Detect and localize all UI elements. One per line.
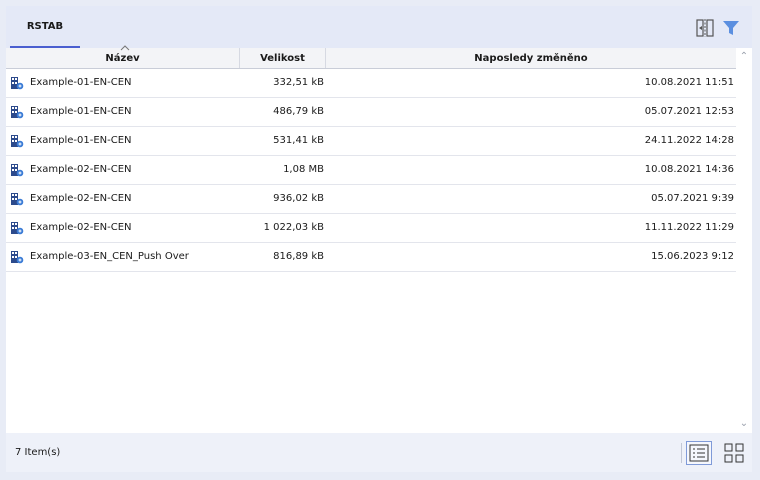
table-row[interactable]: Example-03-EN_CEN_Push Over 816,89 kB 15… (6, 243, 736, 272)
list-view-icon (689, 444, 709, 462)
table-row[interactable]: Example-01-EN-CEN 486,79 kB 05.07.2021 1… (6, 98, 736, 127)
grid-view-button[interactable] (722, 441, 748, 465)
file-size: 816,89 kB (273, 251, 324, 262)
grid-view-icon (724, 443, 744, 463)
rstab-file-icon (11, 193, 24, 206)
file-size: 936,02 kB (273, 193, 324, 204)
file-name: Example-01-EN-CEN (30, 135, 132, 146)
table-header: Název Velikost Naposledy změněno (6, 45, 736, 69)
list-view-button[interactable] (686, 441, 712, 465)
file-size: 332,51 kB (273, 77, 324, 88)
tab-rstab[interactable]: RSTAB (10, 6, 80, 48)
rstab-file-icon (11, 222, 24, 235)
rstab-file-icon (11, 106, 24, 119)
file-browser-panel: RSTAB Název Velikost Naposledy změněno E… (6, 6, 752, 472)
table-row[interactable]: Example-02-EN-CEN 1 022,03 kB 11.11.2022… (6, 214, 736, 243)
column-header-size[interactable]: Velikost (240, 48, 326, 68)
file-modified: 10.08.2021 11:51 (644, 77, 734, 88)
table-row[interactable]: Example-01-EN-CEN 531,41 kB 24.11.2022 1… (6, 127, 736, 156)
filter-icon[interactable] (720, 17, 742, 39)
vertical-scrollbar[interactable]: ⌃ ⌄ (736, 48, 752, 433)
file-name: Example-03-EN_CEN_Push Over (30, 251, 189, 262)
rstab-file-icon (11, 77, 24, 90)
file-name: Example-02-EN-CEN (30, 222, 132, 233)
table-body: Example-01-EN-CEN 332,51 kB 10.08.2021 1… (6, 69, 736, 272)
file-size: 1,08 MB (283, 164, 324, 175)
scroll-up-icon[interactable]: ⌃ (739, 52, 749, 62)
file-size: 486,79 kB (273, 106, 324, 117)
file-modified: 11.11.2022 11:29 (644, 222, 734, 233)
file-modified: 05.07.2021 12:53 (644, 106, 734, 117)
scroll-down-icon[interactable]: ⌄ (739, 419, 749, 429)
rstab-file-icon (11, 135, 24, 148)
view-divider (681, 443, 682, 463)
file-size: 531,41 kB (273, 135, 324, 146)
tab-label: RSTAB (26, 20, 64, 32)
status-bar: 7 Item(s) (6, 433, 752, 472)
rstab-file-icon (11, 164, 24, 177)
column-header-name[interactable]: Název (6, 45, 240, 68)
table-row[interactable]: Example-02-EN-CEN 1,08 MB 10.08.2021 14:… (6, 156, 736, 185)
rstab-file-icon (11, 251, 24, 264)
file-name: Example-02-EN-CEN (30, 164, 132, 175)
item-count: 7 Item(s) (15, 447, 61, 458)
table-row[interactable]: Example-02-EN-CEN 936,02 kB 05.07.2021 9… (6, 185, 736, 214)
column-header-modified[interactable]: Naposledy změněno (326, 48, 736, 68)
file-name: Example-01-EN-CEN (30, 106, 132, 117)
column-split-icon[interactable] (694, 17, 716, 39)
file-modified: 24.11.2022 14:28 (644, 135, 734, 146)
table-row[interactable]: Example-01-EN-CEN 332,51 kB 10.08.2021 1… (6, 69, 736, 98)
file-modified: 10.08.2021 14:36 (644, 164, 734, 175)
file-table: Název Velikost Naposledy změněno Example… (6, 45, 752, 433)
tab-bar: RSTAB (6, 6, 752, 48)
file-name: Example-02-EN-CEN (30, 193, 132, 204)
file-size: 1 022,03 kB (263, 222, 324, 233)
file-name: Example-01-EN-CEN (30, 77, 132, 88)
file-modified: 15.06.2023 9:12 (651, 251, 734, 262)
sort-ascending-icon (120, 45, 130, 51)
file-modified: 05.07.2021 9:39 (651, 193, 734, 204)
